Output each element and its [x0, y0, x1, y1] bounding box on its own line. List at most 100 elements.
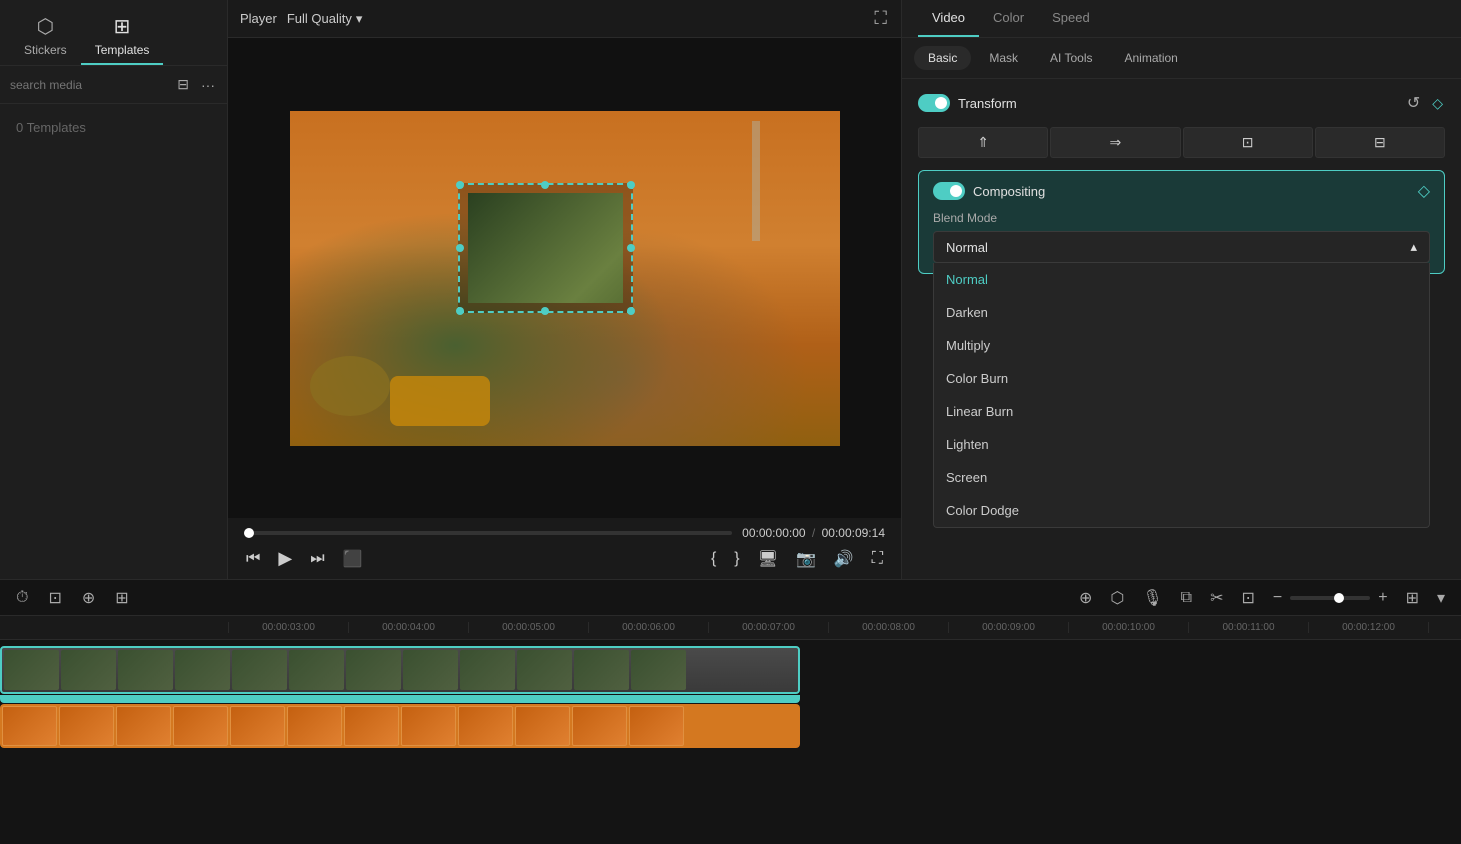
sidebar-tab-templates[interactable]: ⊞ Templates [81, 8, 164, 65]
sub-tab-animation[interactable]: Animation [1110, 46, 1191, 70]
templates-count: 0 Templates [0, 104, 227, 151]
handle-bottom-left[interactable] [456, 307, 464, 315]
track-2-content[interactable] [0, 704, 811, 758]
track-1-thumb-3 [175, 650, 230, 690]
compositing-diamond-icon[interactable]: ◇ [1418, 181, 1430, 201]
play-button[interactable]: ▶ [276, 546, 294, 571]
quality-select[interactable]: Full Quality ▾ [287, 11, 363, 27]
scene-element-food [390, 376, 490, 426]
step-forward-button[interactable]: ⏭ [308, 548, 326, 570]
sticker-icon: ⬡ [37, 14, 54, 39]
track-1-content[interactable] [0, 646, 811, 700]
timeline-target-btn[interactable]: ⊕ [78, 586, 99, 610]
track-2-thumb-6 [344, 706, 399, 746]
zoom-out-btn[interactable]: − [1269, 587, 1286, 609]
handle-top-right[interactable] [627, 181, 635, 189]
tab-video[interactable]: Video [918, 0, 979, 37]
fullscreen-button[interactable]: ⛶ [870, 547, 885, 571]
zoom-thumb[interactable] [1334, 593, 1344, 603]
blend-option-normal[interactable]: Normal [934, 263, 1429, 296]
timeline-fit-btn[interactable]: ⊡ [44, 586, 65, 610]
progress-thumb[interactable] [244, 528, 254, 538]
progress-track[interactable] [244, 531, 732, 535]
blend-option-linear-burn[interactable]: Linear Burn [934, 395, 1429, 428]
search-input[interactable] [10, 78, 169, 92]
step-back-button[interactable]: ⏮ [244, 548, 262, 570]
timeline-ruler: 00:00:03:00 00:00:04:00 00:00:05:00 00:0… [0, 616, 1461, 640]
timeline-effects-btn[interactable]: ⊕ [1075, 586, 1096, 610]
sub-tab-mask[interactable]: Mask [975, 46, 1032, 70]
blend-option-darken[interactable]: Darken [934, 296, 1429, 329]
zoom-in-btn[interactable]: + [1374, 587, 1391, 609]
blend-mode-menu: Normal Darken Multiply Color Burn Linear… [933, 263, 1430, 528]
fullscreen-icon[interactable]: ⛶ [872, 6, 889, 31]
compositing-header: Compositing ◇ [933, 181, 1430, 201]
zoom-slider: − + [1269, 587, 1392, 609]
handle-bottom-middle[interactable] [541, 307, 549, 315]
compositing-section: Compositing ◇ Blend Mode Normal ▴ Normal… [918, 170, 1445, 274]
transform-btn-4[interactable]: ⊟ [1315, 127, 1445, 158]
blend-option-screen[interactable]: Screen [934, 461, 1429, 494]
timeline-mic-btn[interactable]: 🎙 [1138, 586, 1166, 610]
handle-top-middle[interactable] [541, 181, 549, 189]
zoom-track[interactable] [1290, 596, 1370, 600]
track-2-thumb-10 [572, 706, 627, 746]
blend-mode-label: Blend Mode [933, 211, 1430, 225]
tab-color[interactable]: Color [979, 0, 1038, 37]
sub-tab-basic[interactable]: Basic [914, 46, 971, 70]
transform-toggle[interactable] [918, 94, 950, 112]
compositing-title: Compositing [973, 184, 1410, 199]
handle-bottom-right[interactable] [627, 307, 635, 315]
main-player: Player Full Quality ▾ ⛶ [228, 0, 901, 579]
timeline-shield-btn[interactable]: ⬡ [1106, 586, 1128, 610]
pip-inner-video [468, 193, 623, 303]
monitor-button[interactable]: 🖥 [756, 547, 780, 571]
blend-option-color-dodge[interactable]: Color Dodge [934, 494, 1429, 527]
timeline-layers-btn[interactable]: ⧉ [1177, 587, 1196, 609]
timeline-step-btn[interactable]: ⊞ [111, 586, 132, 610]
blend-option-multiply[interactable]: Multiply [934, 329, 1429, 362]
timeline-clock-btn[interactable]: ⏱ [12, 587, 32, 609]
scene-element-pillow [310, 356, 390, 416]
filter-button[interactable]: ⊟ [175, 74, 191, 95]
track-2-thumb-3 [173, 706, 228, 746]
handle-top-left[interactable] [456, 181, 464, 189]
sidebar-tab-stickers[interactable]: ⬡ Stickers [10, 8, 81, 65]
track-2-thumb-8 [458, 706, 513, 746]
blend-option-lighten[interactable]: Lighten [934, 428, 1429, 461]
transform-btn-2[interactable]: ⇒ [1050, 127, 1180, 158]
timeline-frame-btn[interactable]: ⊡ [1237, 586, 1258, 610]
ruler-mark-2: 00:00:05:00 [468, 622, 588, 633]
blend-mode-trigger[interactable]: Normal ▴ [933, 231, 1430, 263]
stop-button[interactable]: ⬛ [341, 547, 365, 571]
track-2-thumb-9 [515, 706, 570, 746]
transform-btn-1[interactable]: ⇑ [918, 127, 1048, 158]
camera-button[interactable]: 📷 [794, 547, 818, 571]
timeline-grid-btn[interactable]: ⊞ [1402, 586, 1423, 610]
handle-middle-right[interactable] [627, 244, 635, 252]
transform-reset-button[interactable]: ↺ [1405, 91, 1422, 115]
track-1-thumb-10 [574, 650, 629, 690]
track-2-thumb-2 [116, 706, 171, 746]
ruler-mark-9: 00:00:12:00 [1308, 622, 1428, 633]
timeline-scissors-btn[interactable]: ✂ [1206, 586, 1227, 610]
bracket-left-button[interactable]: { [709, 547, 718, 571]
video-frame [290, 111, 840, 446]
pip-frame[interactable] [458, 183, 633, 313]
transform-diamond-button[interactable]: ◇ [1430, 91, 1445, 115]
timeline-more-btn[interactable]: ▾ [1433, 586, 1449, 610]
more-button[interactable]: ··· [199, 74, 217, 95]
bracket-right-button[interactable]: } [732, 547, 741, 571]
compositing-toggle[interactable] [933, 182, 965, 200]
handle-middle-left[interactable] [456, 244, 464, 252]
timeline-toolbar: ⏱ ⊡ ⊕ ⊞ ⊕ ⬡ 🎙 ⧉ ✂ ⊡ − + ⊞ ▾ [0, 580, 1461, 616]
volume-button[interactable]: 🔊 [832, 547, 856, 571]
ruler-mark-8: 00:00:11:00 [1188, 622, 1308, 633]
sub-tab-ai-tools[interactable]: AI Tools [1036, 46, 1106, 70]
tab-speed[interactable]: Speed [1038, 0, 1104, 37]
transform-btn-3[interactable]: ⊡ [1183, 127, 1313, 158]
player-topbar-right: ⛶ [872, 6, 889, 31]
ruler-mark-0: 00:00:03:00 [228, 622, 348, 633]
sidebar-tabs: ⬡ Stickers ⊞ Templates [0, 0, 227, 66]
blend-option-color-burn[interactable]: Color Burn [934, 362, 1429, 395]
